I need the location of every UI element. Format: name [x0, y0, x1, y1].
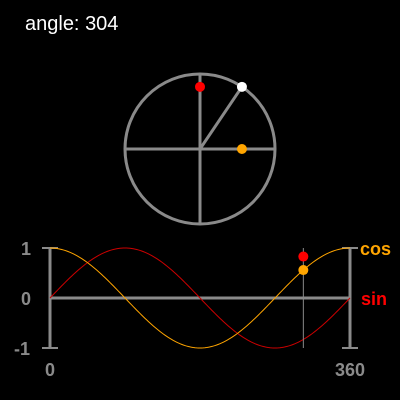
x-axis-label-start: 0	[45, 360, 55, 380]
wave-graph: 1 0 -1 0 360 cos sin	[14, 239, 391, 380]
angle-radius-line	[198, 85, 244, 150]
cos-projection-marker	[236, 144, 247, 154]
y-axis-label-zero: 0	[21, 289, 31, 309]
x-axis-label-end: 360	[335, 360, 365, 380]
unit-circle-visualization: angle: 304 1 0 -1 0 360 cos sin	[0, 0, 400, 400]
unit-circle	[123, 72, 277, 226]
graph-sin-marker	[298, 251, 309, 262]
graph-cos-marker	[298, 265, 309, 276]
legend-cos-label: cos	[360, 239, 391, 259]
angle-point-marker[interactable]	[236, 81, 247, 92]
sin-projection-marker	[195, 81, 205, 92]
visualization-canvas: 1 0 -1 0 360 cos sin	[14, 72, 391, 380]
y-axis-label-bottom: -1	[14, 339, 30, 359]
y-axis-label-top: 1	[21, 239, 31, 259]
legend-sin-label: sin	[361, 289, 387, 309]
